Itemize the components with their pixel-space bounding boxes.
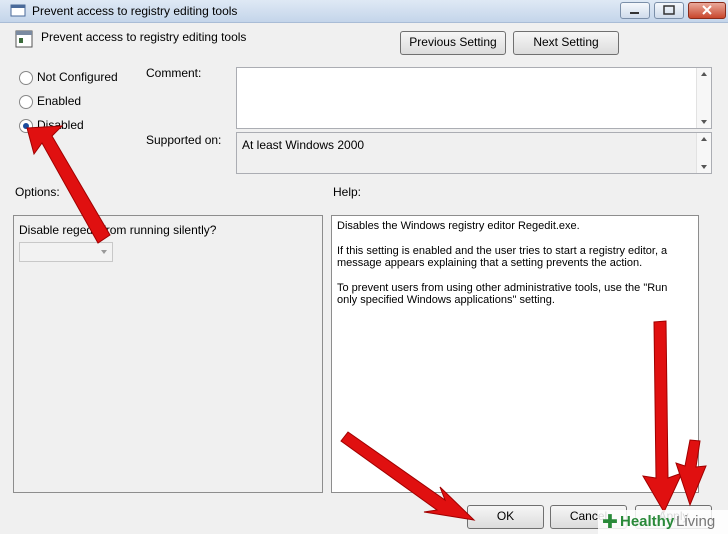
radio-label-enabled: Enabled [37,94,82,108]
ok-button[interactable]: OK [467,505,544,529]
plus-icon: ✚ [602,512,618,533]
help-paragraph: Disables the Windows registry editor Reg… [337,220,580,232]
minimize-button[interactable] [620,2,650,19]
scroll-up-icon [701,72,707,76]
setting-name: Prevent access to registry editing tools [41,30,247,44]
comment-label: Comment: [146,66,202,80]
help-text: Disables the Windows registry editor Reg… [337,220,689,319]
scroll-down-icon [701,120,707,124]
scroll-up-icon [701,137,707,141]
options-panel: Disable regedit from running silently? [13,215,323,493]
comment-field[interactable] [236,67,712,129]
maximize-icon [663,5,675,15]
help-paragraph: To prevent users from using other admini… [337,281,668,307]
title-bar: Prevent access to registry editing tools [0,0,728,23]
maximize-button[interactable] [654,2,684,19]
setting-icon [15,30,33,48]
radio-label-not-configured: Not Configured [37,70,118,84]
window-title: Prevent access to registry editing tools [32,4,238,18]
minimize-icon [630,12,639,14]
close-icon [702,5,712,15]
watermark: ✚ Healthy Living [598,510,728,534]
supported-on-field: At least Windows 2000 [236,132,712,174]
close-button[interactable] [688,2,726,19]
radio-not-configured[interactable] [19,71,33,85]
watermark-brand: Living [676,513,716,530]
supported-on-value: At least Windows 2000 [242,138,365,152]
help-paragraph: If this setting is enabled and the user … [337,244,668,270]
radio-selected-dot [23,123,29,129]
policy-icon [10,4,26,17]
radio-disabled[interactable] [19,119,33,133]
supported-scrollbar[interactable] [696,133,711,173]
radio-enabled[interactable] [19,95,33,109]
help-panel: Disables the Windows registry editor Reg… [331,215,699,493]
options-question: Disable regedit from running silently? [19,223,217,237]
options-title: Options: [15,185,60,199]
chevron-down-icon [101,250,107,254]
help-title: Help: [333,185,362,199]
watermark-brand: Healthy [620,513,675,530]
silent-run-dropdown[interactable] [19,242,113,262]
comment-scrollbar[interactable] [696,68,711,128]
scroll-down-icon [701,165,707,169]
previous-setting-button[interactable]: Previous Setting [400,31,506,55]
next-setting-button[interactable]: Next Setting [513,31,619,55]
radio-label-disabled: Disabled [37,118,84,132]
supported-on-label: Supported on: [146,133,222,147]
